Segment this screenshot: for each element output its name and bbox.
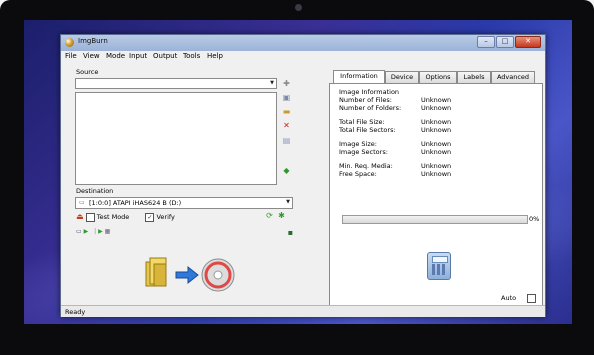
info-label: Min. Req. Media: [339, 162, 393, 170]
info-label: Total File Sectors: [339, 126, 396, 134]
eject-icon[interactable]: ⏏ [76, 212, 84, 221]
tab-device[interactable]: Device [385, 71, 419, 83]
info-value: Unknown [421, 118, 452, 126]
image-info-heading: Image Information [339, 88, 400, 96]
play-icon[interactable]: ▶ [84, 228, 89, 235]
menu-view[interactable]: View [83, 52, 100, 60]
progress-bar [342, 215, 528, 224]
imgburn-app-icon [65, 38, 74, 47]
information-panel: Image Information Number of Files: Unkno… [329, 83, 543, 307]
status-icon: ▪ [287, 228, 294, 237]
tab-advanced[interactable]: Advanced [491, 71, 535, 83]
menu-mode[interactable]: Mode [106, 52, 125, 60]
folder-to-disc-icon [145, 257, 235, 292]
info-value: Unknown [421, 148, 452, 156]
close-button[interactable]: ✕ [515, 36, 541, 48]
settings-icon[interactable]: ✱ [277, 211, 286, 220]
go-icon[interactable]: ◆ [282, 166, 291, 175]
refresh-icon[interactable]: ⟳ [265, 211, 274, 220]
menu-file[interactable]: File [65, 52, 77, 60]
info-label: Total File Size: [339, 118, 385, 126]
auto-label: Auto [501, 294, 517, 302]
clipboard-icon[interactable]: ▤ [282, 136, 291, 145]
menu-tools[interactable]: Tools [183, 52, 200, 60]
destination-label: Destination [76, 187, 114, 195]
browse-folder-add-icon[interactable]: ▬ [282, 107, 291, 116]
info-value: Unknown [421, 162, 452, 170]
menu-bar: File View Mode Input Output Tools Help [61, 51, 545, 63]
separator-icon: | [94, 228, 97, 235]
add-files-icon[interactable]: ✚ [282, 79, 291, 88]
menu-help[interactable]: Help [207, 52, 223, 60]
queue-icon[interactable]: ▦ [105, 228, 111, 235]
progress-percent: 0% [529, 215, 540, 223]
verify-label: Verify [156, 213, 175, 221]
tab-labels[interactable]: Labels [457, 71, 491, 83]
minimize-button[interactable]: – [477, 36, 495, 48]
tablet-bottom-bezel [0, 324, 594, 355]
browse-folder-icon[interactable]: ▣ [282, 93, 291, 102]
info-label: Free Space: [339, 170, 377, 178]
info-value: Unknown [421, 96, 452, 104]
verify-checkbox[interactable]: ✓ [145, 212, 155, 222]
window-title: ImgBurn [78, 37, 108, 45]
remove-icon[interactable]: ✕ [282, 121, 291, 130]
chevron-down-icon: ▼ [270, 80, 274, 86]
log-icon[interactable]: ▭ [76, 228, 82, 235]
destination-combo[interactable]: ▭ [1:0:0] ATAPI iHAS624 B (D:) ▼ [75, 197, 293, 209]
play-queue-icon[interactable]: ▶ [98, 228, 103, 235]
info-label: Image Size: [339, 140, 377, 148]
desktop: ImgBurn – □ ✕ File View Mode Input Outpu… [24, 20, 572, 325]
imgburn-window: ImgBurn – □ ✕ File View Mode Input Outpu… [60, 34, 546, 317]
build-button[interactable] [136, 250, 244, 295]
title-bar[interactable]: ImgBurn – □ ✕ [61, 35, 545, 51]
tab-information[interactable]: Information [333, 70, 385, 83]
tab-options[interactable]: Options [419, 71, 457, 83]
calculator-icon[interactable] [427, 252, 451, 280]
info-value: Unknown [421, 104, 452, 112]
status-text: Ready [65, 308, 86, 316]
menu-output[interactable]: Output [153, 52, 177, 60]
source-file-list[interactable] [75, 92, 277, 185]
test-mode-checkbox[interactable] [85, 212, 95, 222]
status-bar: Ready [61, 305, 545, 317]
info-label: Number of Folders: [339, 104, 402, 112]
test-mode-label: Test Mode [96, 213, 130, 221]
info-label: Image Sectors: [339, 148, 388, 156]
destination-drive: [1:0:0] ATAPI iHAS624 B (D:) [89, 199, 182, 207]
source-combo[interactable]: ▼ [75, 78, 277, 89]
chevron-down-icon: ▼ [286, 199, 290, 205]
info-label: Number of Files: [339, 96, 392, 104]
menu-input[interactable]: Input [129, 52, 147, 60]
info-value: Unknown [421, 126, 452, 134]
info-value: Unknown [421, 140, 452, 148]
auto-checkbox[interactable] [527, 294, 536, 303]
drive-icon: ▭ [79, 199, 85, 206]
info-value: Unknown [421, 170, 452, 178]
source-label: Source [76, 68, 99, 76]
maximize-button[interactable]: □ [496, 36, 514, 48]
camera-icon [295, 4, 302, 11]
